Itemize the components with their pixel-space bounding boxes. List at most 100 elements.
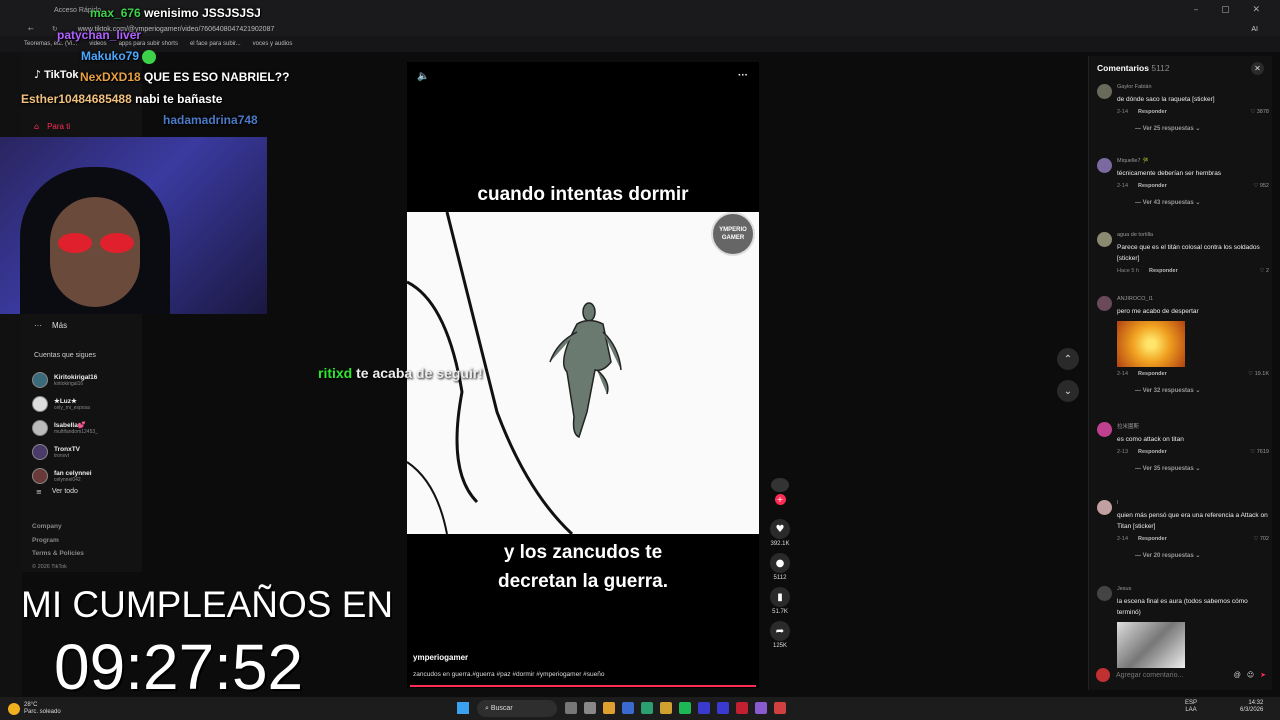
video-more-icon[interactable]: ··· <box>738 70 748 81</box>
comment-text: pero me acabo de despertar <box>1117 308 1199 315</box>
creator-avatar[interactable] <box>771 478 789 492</box>
video-author[interactable]: ymperiogamer <box>413 653 468 662</box>
view-replies[interactable]: — Ver 20 respuestas ⌄ <box>1135 552 1269 559</box>
avatar[interactable] <box>1097 422 1112 437</box>
reply-button[interactable]: Responder <box>1138 536 1167 542</box>
avatar[interactable] <box>1097 586 1112 601</box>
comment-icon[interactable]: ● <box>770 553 790 573</box>
following-list: Kiritokirigal16 kiritokirigal16 ★Luz★ cely… <box>32 368 142 488</box>
following-item[interactable]: TronxTV tronxvt <box>32 440 142 464</box>
clock[interactable]: 14:32 6/3/2026 <box>1240 700 1263 714</box>
following-item[interactable]: fan celynnei celynnei042 <box>32 464 142 488</box>
avatar <box>32 444 48 460</box>
emoji-icon[interactable]: ☺ <box>1247 671 1254 679</box>
reply-button[interactable]: Responder <box>1149 268 1178 274</box>
avatar <box>32 420 48 436</box>
video-caption-top: cuando intentas dormir <box>477 184 689 205</box>
video-actions: + ♥ 392.1K ● 5112 ▮ 51.7K ➦ 125K <box>767 478 793 649</box>
bookmark-item[interactable]: el face para subir... <box>190 41 241 47</box>
language-indicator[interactable]: ESP LAA <box>1185 700 1197 714</box>
window-controls[interactable]: – ▢ ✕ <box>1194 5 1270 15</box>
like-count: 392.1K <box>770 541 790 547</box>
reply-button[interactable]: Responder <box>1138 109 1167 115</box>
view-replies[interactable]: — Ver 25 respuestas ⌄ <box>1135 125 1269 132</box>
footer-link[interactable]: Terms & Policies <box>32 547 84 561</box>
back-icon[interactable]: ← <box>28 25 34 33</box>
avatar[interactable] <box>1097 296 1112 311</box>
comment-item: Gaylor Fabián de dónde saco la raqueta [… <box>1097 84 1269 152</box>
video-progress-bar[interactable] <box>410 685 756 687</box>
mention-icon[interactable]: @ <box>1234 672 1241 679</box>
comment-input[interactable]: Agregar comentario... @ ☺ ➤ <box>1096 666 1266 684</box>
comment-image[interactable] <box>1117 321 1185 367</box>
comment-user[interactable]: agua de tortilla <box>1117 232 1269 238</box>
bookmark-item[interactable]: voces y audios <box>253 41 293 47</box>
comment-user[interactable]: Gaylor Fabián <box>1117 84 1269 90</box>
share-icon[interactable]: ➦ <box>770 621 790 641</box>
following-item[interactable]: Kiritokirigal16 kiritokirigal16 <box>32 368 142 392</box>
view-replies[interactable]: — Ver 32 respuestas ⌄ <box>1135 387 1269 394</box>
comment-image[interactable] <box>1117 622 1185 668</box>
taskbar: 28°C Parc. soleado ⌕ Buscar ESP LAA 14:32 6… <box>0 697 1280 720</box>
comment-item: 拉米園斯 es como attack on titan 2-13 Respond… <box>1097 422 1269 494</box>
prev-video-button[interactable]: ⌃ <box>1057 348 1079 370</box>
comment-likes[interactable]: ♡ 19.1K <box>1248 371 1269 377</box>
comment-text: técnicamente deberían ser hembras <box>1117 170 1222 177</box>
start-icon[interactable] <box>457 702 469 714</box>
nav-mas[interactable]: ··· Más <box>34 321 67 330</box>
chat-user: Esther10484685488 <box>21 92 132 106</box>
comment-likes[interactable]: ♡ 2 <box>1259 268 1269 274</box>
address-bar-row: ← ↻ www.tiktok.com/@ymperiogamer/video/7… <box>0 22 1280 36</box>
comment-likes[interactable]: ♡ 702 <box>1253 536 1269 542</box>
like-icon[interactable]: ♥ <box>770 519 790 539</box>
avatar[interactable] <box>1097 158 1112 173</box>
follow-plus-icon[interactable]: + <box>774 494 786 505</box>
chat-line: Esther10484685488 nabi te bañaste <box>21 92 222 106</box>
tiktok-logo[interactable]: ♪ TikTok <box>34 68 79 81</box>
following-item[interactable]: ★Luz★ cely_mi_esposa <box>32 392 142 416</box>
chat-user: max_676 <box>90 6 141 20</box>
comment-text: Parece que es el titán colosal contra lo… <box>1117 244 1260 262</box>
comment-item: Jesus la escena final es aura (todos sab… <box>1097 586 1269 668</box>
next-video-button[interactable]: ⌄ <box>1057 380 1079 402</box>
comment-user[interactable]: 拉米園斯 <box>1117 422 1269 430</box>
avatar[interactable] <box>1097 84 1112 99</box>
close-icon[interactable]: ✕ <box>1251 62 1264 75</box>
chat-user: patychan_liver <box>57 28 142 42</box>
toolbar-icons[interactable]: AI <box>1251 26 1258 33</box>
search-box[interactable]: ⌕ Buscar <box>477 700 557 717</box>
view-replies[interactable]: — Ver 35 respuestas ⌄ <box>1135 465 1269 472</box>
reply-button[interactable]: Responder <box>1138 183 1167 189</box>
avatar[interactable] <box>1097 500 1112 515</box>
comment-item: ANJIROCO_I1 pero me acabo de despertar 2… <box>1097 296 1269 416</box>
comment-likes[interactable]: ♡ 7619 <box>1250 449 1269 455</box>
following-item[interactable]: Isabella💕 multifandom12453_ <box>32 416 142 440</box>
taskbar-app-icons[interactable] <box>565 702 786 714</box>
ver-todo-link[interactable]: ≡ Ver todo <box>36 488 78 496</box>
webcam-overlay <box>0 137 267 314</box>
chat-emote-icon <box>142 49 157 64</box>
footer-link[interactable]: Program <box>32 534 84 548</box>
nav-para-ti[interactable]: ⌂ Para ti <box>34 122 70 131</box>
weather-widget[interactable]: 28°C Parc. soleado <box>24 702 61 716</box>
comment-likes[interactable]: ♡ 3878 <box>1250 109 1269 115</box>
home-icon: ⌂ <box>34 122 40 131</box>
reply-button[interactable]: Responder <box>1138 449 1167 455</box>
comment-user[interactable]: ANJIROCO_I1 <box>1117 296 1269 302</box>
footer-link[interactable]: Company <box>32 520 84 534</box>
chat-line: max_676 wenisimo JSSJSJSJ <box>90 6 261 20</box>
comment-user[interactable]: l <box>1117 500 1269 506</box>
comment-likes[interactable]: ♡ 952 <box>1253 183 1269 189</box>
heart-glasses <box>58 233 136 255</box>
comments-panel: Comentarios 5112 ✕ Gaylor Fabián de dónd… <box>1088 56 1272 690</box>
volume-icon[interactable]: 🔈 <box>417 71 429 82</box>
reply-button[interactable]: Responder <box>1138 371 1167 377</box>
comment-text: la escena final es aura (todos sabemos c… <box>1117 598 1248 616</box>
weather-icon[interactable] <box>8 702 20 715</box>
view-replies[interactable]: — Ver 43 respuestas ⌄ <box>1135 199 1269 206</box>
comment-user[interactable]: Miquelle7 🎋 <box>1117 158 1269 164</box>
comment-user[interactable]: Jesus <box>1117 586 1269 592</box>
send-icon[interactable]: ➤ <box>1260 671 1266 679</box>
avatar[interactable] <box>1097 232 1112 247</box>
bookmark-icon[interactable]: ▮ <box>770 587 790 607</box>
